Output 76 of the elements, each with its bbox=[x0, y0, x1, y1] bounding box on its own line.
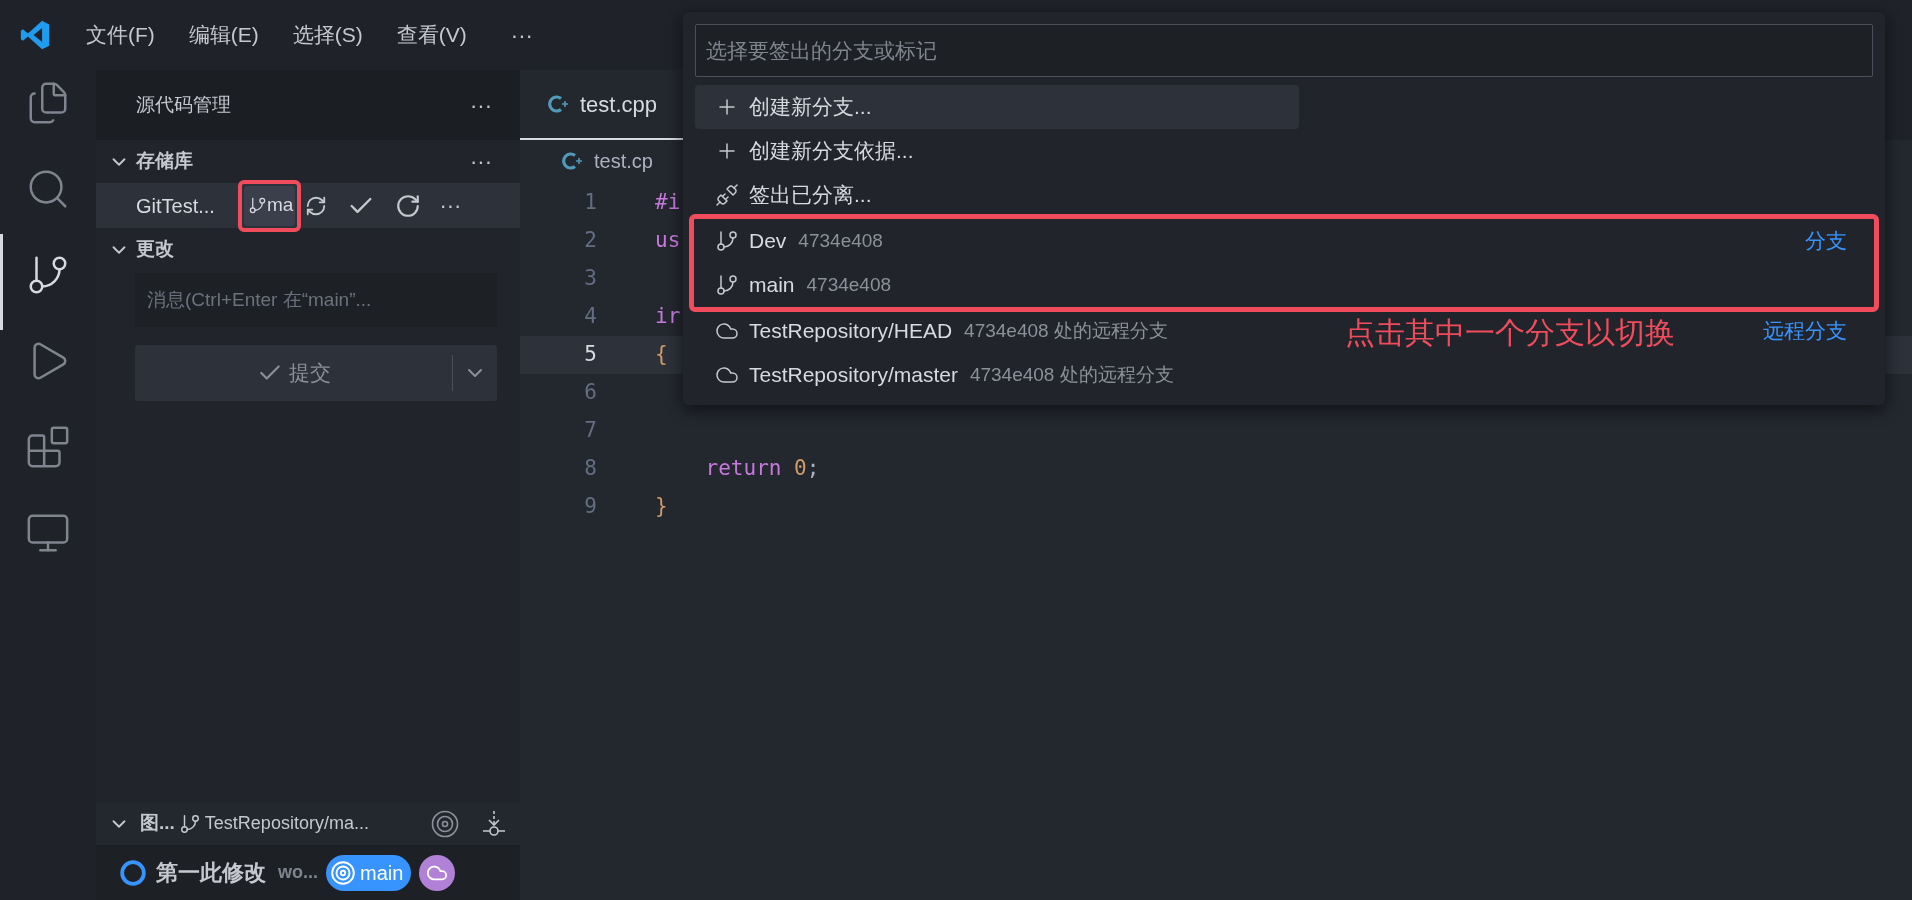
line-number: 5 bbox=[583, 341, 597, 369]
group-label: 远程分支 bbox=[1763, 318, 1847, 345]
line-number: 1 bbox=[583, 189, 597, 217]
sidebar-title: 源代码管理 bbox=[136, 92, 231, 117]
commit-message: 第一此修改 bbox=[156, 859, 266, 887]
line-number: 7 bbox=[583, 417, 597, 445]
branch-icon bbox=[715, 273, 739, 297]
item-label: TestRepository/master bbox=[749, 362, 958, 389]
more-button[interactable]: ··· bbox=[470, 145, 492, 178]
quick-pick-item[interactable]: 签出已分离... bbox=[695, 173, 882, 217]
branch-button[interactable]: ma bbox=[244, 185, 296, 226]
menu-item[interactable]: 编辑(E) bbox=[188, 19, 259, 51]
branch-icon bbox=[248, 196, 267, 215]
code-line: } bbox=[655, 493, 668, 521]
item-detail: 4734e408 处的远程分支 bbox=[964, 318, 1168, 343]
item-label: TestRepository/HEAD bbox=[749, 318, 953, 345]
item-label: 创建新分支依据... bbox=[749, 138, 914, 165]
code-line: return 0; bbox=[704, 455, 820, 483]
menu-item[interactable]: 查看(V) bbox=[396, 19, 467, 51]
code-line: ir bbox=[655, 303, 681, 331]
target-icon[interactable] bbox=[430, 808, 460, 839]
line-number: 2 bbox=[583, 227, 597, 255]
line-number: 8 bbox=[583, 455, 597, 483]
item-label: 签出已分离... bbox=[749, 182, 872, 209]
code-line: { bbox=[655, 341, 668, 369]
graph-branch: TestRepository/ma... bbox=[204, 812, 370, 835]
menu-item[interactable]: 文件(F) bbox=[86, 19, 155, 51]
repository-name: GitTest... bbox=[136, 193, 216, 219]
fetch-icon[interactable] bbox=[482, 809, 506, 838]
plug-icon bbox=[715, 183, 739, 207]
app-logo-icon bbox=[18, 18, 52, 52]
quick-pick-item[interactable]: TestRepository/master 4734e408 处的远程分支 bbox=[695, 353, 1184, 397]
section-title[interactable]: 图... bbox=[140, 809, 175, 838]
sync-icon[interactable] bbox=[305, 194, 328, 217]
code-line: us bbox=[655, 227, 681, 255]
group-label: 分支 bbox=[1805, 228, 1847, 255]
quick-pick-item[interactable]: Dev 4734e408 bbox=[695, 219, 893, 263]
line-number: 4 bbox=[583, 303, 597, 331]
quick-pick-item[interactable]: 创建新分支... bbox=[695, 85, 1299, 129]
refresh-icon[interactable] bbox=[395, 192, 422, 219]
branch-search-field[interactable]: 选择要签出的分支或标记 bbox=[695, 24, 1873, 77]
more-menu[interactable]: ··· bbox=[510, 18, 533, 52]
code-line: #i bbox=[655, 189, 681, 217]
branch-icon bbox=[178, 812, 201, 835]
commit-author: wo... bbox=[278, 861, 318, 884]
branch-badge: main bbox=[326, 854, 412, 891]
section-title[interactable]: 更改 bbox=[136, 235, 174, 264]
blocks-icon[interactable] bbox=[25, 424, 71, 470]
quick-pick-item[interactable]: main 4734e408 bbox=[695, 263, 902, 307]
breadcrumb[interactable]: test.cp bbox=[594, 146, 653, 176]
commit-node-icon bbox=[120, 859, 146, 886]
more-button[interactable]: ··· bbox=[439, 189, 462, 222]
line-number: 3 bbox=[583, 265, 597, 293]
menu-item[interactable]: 选择(S) bbox=[292, 19, 363, 51]
editor-tab[interactable]: test.cpp bbox=[520, 70, 686, 140]
cpp-file-icon bbox=[562, 151, 584, 171]
section-title[interactable]: 存储库 bbox=[136, 147, 470, 176]
commit-button[interactable]: 提交 bbox=[135, 357, 452, 389]
item-detail: 4734e408 bbox=[798, 228, 883, 253]
item-label: main bbox=[749, 272, 795, 299]
annotation-text: 点击其中一个分支以切换 bbox=[1345, 315, 1675, 351]
commit-row[interactable]: 第一此修改 wo... main bbox=[96, 845, 520, 900]
more-button[interactable]: ··· bbox=[470, 88, 492, 122]
line-number: 9 bbox=[583, 493, 597, 521]
cpp-file-icon bbox=[548, 94, 570, 114]
item-detail: 4734e408 bbox=[806, 272, 892, 297]
quick-pick-item[interactable]: TestRepository/HEAD 4734e408 处的远程分支 bbox=[695, 309, 1178, 353]
quick-pick-item[interactable]: 创建新分支依据... bbox=[695, 129, 924, 173]
item-label: Dev bbox=[749, 228, 787, 255]
line-number: 6 bbox=[583, 379, 597, 407]
tab-label: test.cpp bbox=[580, 90, 658, 119]
item-detail: 4734e408 处的远程分支 bbox=[969, 362, 1174, 387]
item-label: 创建新分支... bbox=[749, 94, 872, 121]
target-icon bbox=[330, 859, 356, 886]
branch-icon bbox=[715, 229, 739, 253]
message-field[interactable]: 消息(Ctrl+Enter 在“main”... bbox=[135, 273, 497, 327]
